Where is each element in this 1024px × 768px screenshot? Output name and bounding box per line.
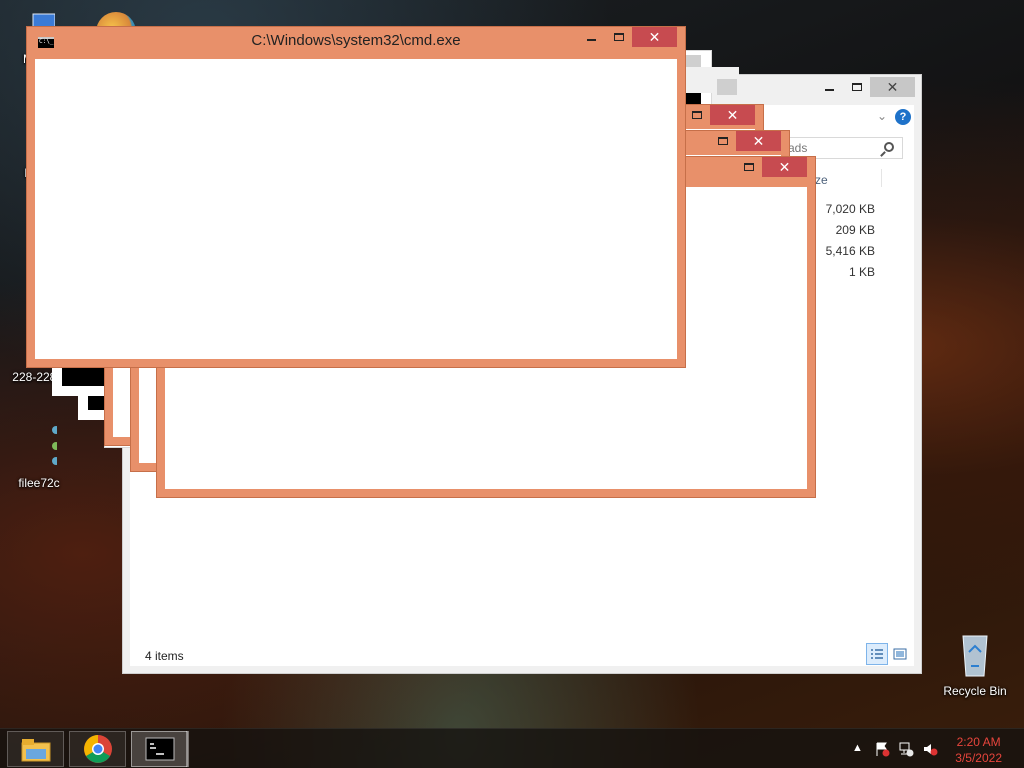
help-icon[interactable]: ? xyxy=(895,109,911,125)
window-caption-buttons: ✕ xyxy=(709,131,781,151)
window-caption-buttons: ✕ xyxy=(816,77,915,97)
maximize-button[interactable] xyxy=(605,27,632,47)
console-area[interactable] xyxy=(35,59,677,359)
size-cell: 5,416 KB xyxy=(825,244,875,258)
cmd-icon xyxy=(145,737,174,761)
window-caption-buttons: ✕ xyxy=(735,157,807,177)
maximize-button[interactable] xyxy=(843,77,870,97)
network-icon[interactable] xyxy=(898,741,914,757)
clock-date: 3/5/2022 xyxy=(955,751,1002,765)
close-button[interactable]: ✕ xyxy=(632,27,677,47)
close-button[interactable]: ✕ xyxy=(736,131,781,151)
large-icons-view-button[interactable] xyxy=(889,643,911,665)
minimize-button[interactable] xyxy=(578,27,605,47)
window-caption-buttons: ✕ xyxy=(683,105,755,125)
cmd-window[interactable]: C:\Windows\system32\cmd.exe ✕ xyxy=(26,26,686,368)
maximize-button[interactable] xyxy=(709,131,736,151)
show-hidden-icons-button[interactable]: ▲ xyxy=(852,742,863,754)
search-icon[interactable] xyxy=(884,142,894,152)
action-center-flag-icon[interactable] xyxy=(874,741,890,757)
column-divider xyxy=(881,169,882,187)
size-cell: 1 KB xyxy=(848,265,875,279)
status-item-count: 4 items xyxy=(145,649,184,663)
clock-time: 2:20 AM xyxy=(956,735,1001,749)
minimize-button[interactable] xyxy=(816,77,843,97)
details-view-button[interactable] xyxy=(866,643,888,665)
close-button[interactable]: ✕ xyxy=(762,157,807,177)
maximize-button[interactable] xyxy=(683,105,710,125)
file-icon xyxy=(52,426,60,465)
chrome-icon xyxy=(83,735,112,763)
window-caption-buttons: ✕ xyxy=(578,27,677,47)
desktop-icon-label: Recycle Bin xyxy=(943,684,1007,698)
taskbar-cmd-button[interactable] xyxy=(131,731,188,767)
close-button[interactable]: ✕ xyxy=(710,105,755,125)
volume-muted-icon[interactable] xyxy=(922,741,938,757)
desktop-icon-recycle-bin[interactable]: Recycle Bin xyxy=(938,632,1012,698)
desktop-icon-filee72c[interactable]: filee72c xyxy=(2,424,76,490)
maximize-button[interactable] xyxy=(735,157,762,177)
details-view-icon xyxy=(871,649,883,659)
close-button[interactable]: ✕ xyxy=(870,77,915,97)
size-cell: 7,020 KB xyxy=(825,202,875,216)
taskbar: ▲ 2:20 AM 3/5/2022 xyxy=(0,728,1024,768)
taskbar-chrome-button[interactable] xyxy=(69,731,126,767)
desktop-icon-label: filee72c xyxy=(18,476,60,490)
chevron-down-icon[interactable]: ⌄ xyxy=(877,109,887,123)
size-cell: 209 KB xyxy=(835,223,875,237)
column-header-size[interactable]: ze xyxy=(815,173,828,187)
taskbar-file-explorer-button[interactable] xyxy=(7,731,64,767)
window-fragment xyxy=(88,396,104,410)
large-icons-view-icon xyxy=(893,648,907,660)
window-fragment xyxy=(717,79,737,95)
recycle-bin-icon xyxy=(962,635,988,677)
window-fragment xyxy=(62,368,104,386)
system-clock[interactable]: 2:20 AM 3/5/2022 xyxy=(955,734,1002,766)
taskbar-overflow-separator xyxy=(186,731,189,767)
file-explorer-icon xyxy=(21,739,50,762)
search-placeholder: ads xyxy=(788,141,808,155)
